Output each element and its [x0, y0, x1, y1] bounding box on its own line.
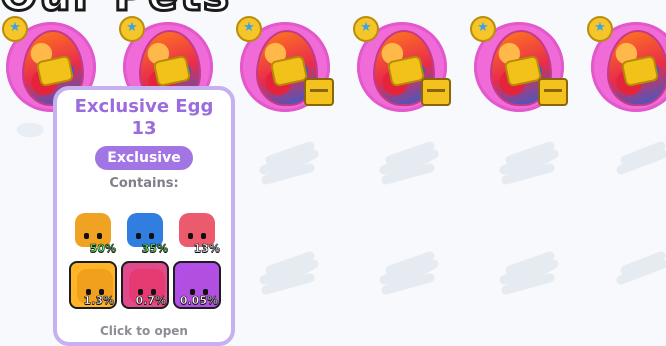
star-badge-icon: ★: [470, 16, 496, 42]
tooltip-count: 13: [131, 118, 157, 139]
pet-chance: 1.3%: [83, 294, 114, 307]
pet-chance: 35%: [141, 242, 168, 255]
contains-label: Contains:: [109, 176, 179, 191]
rarity-badge: Exclusive: [95, 146, 193, 170]
pet-cell-3: 13%: [173, 207, 221, 255]
pet-cell-1: 50%: [69, 207, 117, 255]
page-title: Our Pets: [0, 0, 360, 12]
egg-tile-4[interactable]: ★: [351, 14, 455, 118]
pet-grid: 50% 35% 13% 1.3% 0.7% 0.05%: [69, 207, 221, 309]
gift-box-icon: [421, 78, 451, 106]
star-badge-icon: ★: [353, 16, 379, 42]
egg-tile-5[interactable]: ★: [468, 14, 572, 118]
egg-tooltip: Exclusive Egg 13 Exclusive Contains: 50%…: [53, 86, 235, 346]
pet-cell-2: 35%: [121, 207, 169, 255]
egg-tile-3[interactable]: ★: [234, 14, 338, 118]
tooltip-footer: Click to open: [100, 324, 188, 338]
star-badge-icon: ★: [2, 16, 28, 42]
pet-chance: 50%: [89, 242, 116, 255]
pet-chance: 0.05%: [179, 294, 219, 307]
star-badge-icon: ★: [587, 16, 613, 42]
gift-box-icon: [304, 78, 334, 106]
egg-tile-6[interactable]: ★: [585, 14, 666, 118]
pet-chance: 0.7%: [135, 294, 166, 307]
pet-cell-5: 0.7%: [121, 261, 169, 309]
tooltip-title: Exclusive Egg: [74, 96, 214, 117]
star-badge-icon: ★: [236, 16, 262, 42]
pet-chance: 13%: [193, 242, 220, 255]
pet-cell-6: 0.05%: [173, 261, 221, 309]
star-badge-icon: ★: [119, 16, 145, 42]
gift-box-icon: [538, 78, 568, 106]
pet-cell-4: 1.3%: [69, 261, 117, 309]
